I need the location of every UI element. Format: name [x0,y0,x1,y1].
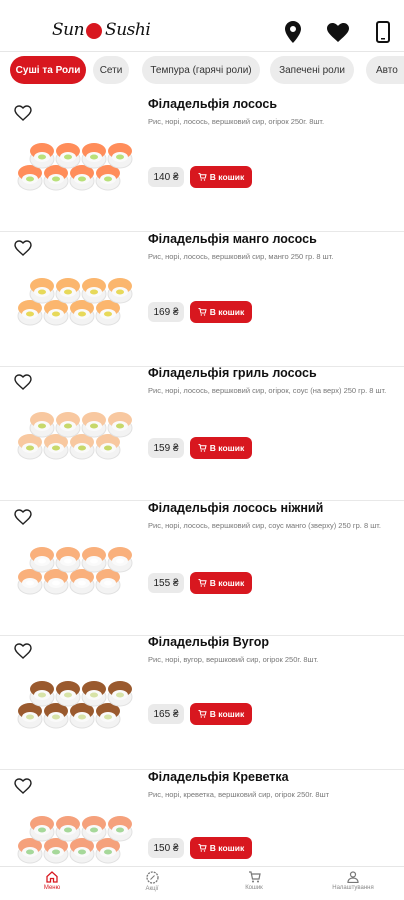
cart-icon [198,710,207,718]
percent-badge-icon [145,871,159,884]
product-description: Рис, норі, лосось, вершковий сир, соус м… [148,521,381,530]
add-to-cart-label: В кошик [209,172,245,182]
user-icon [347,871,359,883]
product-card[interactable]: Філадельфія Вугор Рис, норі, вугор, верш… [0,635,404,770]
tab-sets[interactable]: Сети [93,56,129,84]
app-header: Sun Sushi [0,0,404,52]
add-to-cart-label: В кошик [209,709,245,719]
add-to-cart-button[interactable]: В кошик [190,703,252,725]
location-pin-icon[interactable] [281,20,305,44]
logo-text-left: Sun [52,20,85,40]
product-name[interactable]: Філадельфія гриль лосось [148,366,317,380]
nav-promotions[interactable]: Акції [112,871,192,900]
home-icon [46,871,58,883]
tab-auto[interactable]: Авто [366,56,404,84]
product-name[interactable]: Філадельфія лосось [148,97,277,111]
product-description: Рис, норі, лосось, вершковий сир, огірок… [148,386,387,395]
logo[interactable]: Sun Sushi [52,18,151,42]
product-price: 140 ₴ [148,167,184,187]
add-to-cart-label: В кошик [209,843,245,853]
cart-icon [198,844,207,852]
add-to-cart-label: В кошик [209,578,245,588]
add-to-cart-label: В кошик [209,307,245,317]
logo-sun-icon [86,23,103,39]
tab-baked-rolls[interactable]: Запечені роли [270,56,354,84]
cart-icon [198,579,207,587]
category-tabs: Суші та Роли Сети Темпура (гарячі роли) … [0,56,404,88]
product-price: 169 ₴ [148,302,184,322]
product-image[interactable] [12,380,136,480]
nav-settings-label: Налаштування [332,885,374,891]
add-to-cart-button[interactable]: В кошик [190,437,252,459]
nav-menu[interactable]: Меню [12,871,92,900]
add-to-cart-button[interactable]: В кошик [190,166,252,188]
product-price: 155 ₴ [148,573,184,593]
product-card[interactable]: Філадельфія лосось Рис, норі, лосось, ве… [0,97,404,232]
product-name[interactable]: Філадельфія лосось ніжний [148,501,323,515]
product-price: 159 ₴ [148,438,184,458]
product-image[interactable] [12,111,136,211]
add-to-cart-button[interactable]: В кошик [190,572,252,594]
product-card[interactable]: Філадельфія манго лосось Рис, норі, лосо… [0,232,404,367]
phone-icon[interactable] [371,20,395,44]
add-to-cart-label: В кошик [209,443,245,453]
add-to-cart-button[interactable]: В кошик [190,837,252,859]
nav-promotions-label: Акції [145,886,159,892]
product-name[interactable]: Філадельфія Вугор [148,635,269,649]
product-description: Рис, норі, лосось, вершковий сир, огірок… [148,117,325,126]
product-image[interactable] [12,246,136,346]
product-description: Рис, норі, вугор, вершковий сир, огірок … [148,655,319,664]
product-name[interactable]: Філадельфія Креветка [148,770,289,784]
product-description: Рис, норі, креветка, вершковий сир, огір… [148,790,330,799]
product-name[interactable]: Філадельфія манго лосось [148,232,317,246]
nav-settings[interactable]: Налаштування [313,871,393,900]
cart-icon [198,173,207,181]
tab-tempura[interactable]: Темпура (гарячі роли) [142,56,260,84]
add-to-cart-button[interactable]: В кошик [190,301,252,323]
nav-cart[interactable]: Кошик [214,871,294,900]
product-card[interactable]: Філадельфія гриль лосось Рис, норі, лосо… [0,366,404,501]
cart-icon [248,871,261,883]
heart-icon[interactable] [326,20,350,44]
product-price: 165 ₴ [148,704,184,724]
product-price: 150 ₴ [148,838,184,858]
nav-cart-label: Кошик [245,885,263,891]
tab-sushi-rolls[interactable]: Суші та Роли [10,56,86,84]
cart-icon [198,308,207,316]
logo-text-right: Sushi [105,20,151,40]
product-description: Рис, норі, лосось, вершковий сир, манго … [148,252,334,261]
product-card[interactable]: Філадельфія лосось ніжний Рис, норі, лос… [0,501,404,636]
bottom-navigation: Меню Акції Кошик Налаштування [0,866,404,900]
product-image[interactable] [12,649,136,749]
product-image[interactable] [12,515,136,615]
nav-menu-label: Меню [43,885,61,891]
cart-icon [198,444,207,452]
